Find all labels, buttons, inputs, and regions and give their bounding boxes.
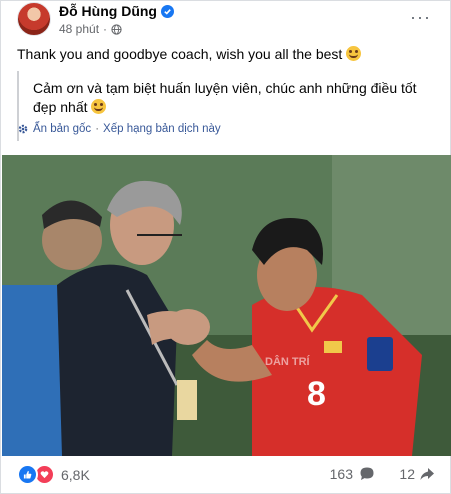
translated-text-block: Cảm ơn và tạm biệt huấn luyện viên, chúc… xyxy=(33,79,443,117)
hide-original-link[interactable]: Ẩn bản gốc xyxy=(33,123,91,135)
author-name[interactable]: Đỗ Hùng Dũng xyxy=(59,3,157,19)
share-count: 12 xyxy=(399,466,415,482)
share-icon xyxy=(420,468,434,480)
comment-icon xyxy=(360,467,374,480)
post-meta: 48 phút · xyxy=(59,22,122,36)
background-player-body xyxy=(2,285,62,456)
more-icon[interactable]: ··· xyxy=(410,7,431,28)
smile-emoji-icon xyxy=(91,99,107,114)
shirt-number: 8 xyxy=(307,375,326,413)
avatar[interactable] xyxy=(17,2,51,36)
post-card: Đỗ Hùng Dũng 48 phút · ··· Thank you and… xyxy=(0,0,451,494)
post-text: Thank you and goodbye coach, wish you al… xyxy=(17,46,343,62)
globe-icon xyxy=(111,23,122,35)
photo-illustration: 8 DÂN TRÍ xyxy=(2,155,451,456)
comment-count: 163 xyxy=(329,466,353,482)
links-separator: · xyxy=(95,123,100,135)
post-photo[interactable]: 8 DÂN TRÍ xyxy=(2,155,451,456)
post-time[interactable]: 48 phút xyxy=(59,22,99,36)
post-text-block: Thank you and goodbye coach, wish you al… xyxy=(17,46,362,62)
translated-text: Cảm ơn và tạm biệt huấn luyện viên, chúc… xyxy=(33,80,417,115)
post-header: Đỗ Hùng Dũng 48 phút · ··· xyxy=(17,1,437,43)
gear-icon xyxy=(18,124,28,134)
post-footer: 6,8K 163 12 xyxy=(17,461,437,487)
comment-stat[interactable]: 163 xyxy=(330,466,375,482)
author-row: Đỗ Hùng Dũng xyxy=(59,3,174,19)
translation-links: Ẩn bản gốc · Xếp hạng bản dịch này xyxy=(17,123,221,135)
like-icon xyxy=(17,464,38,485)
reactions-summary[interactable]: 6,8K xyxy=(17,464,90,485)
reaction-count: 6,8K xyxy=(61,466,90,483)
rate-translation-link[interactable]: Xếp hạng bản dịch này xyxy=(103,123,221,135)
share-stat[interactable]: 12 xyxy=(399,466,435,482)
verified-badge-icon xyxy=(160,4,174,18)
watermark: DÂN TRÍ xyxy=(265,355,311,368)
smile-emoji-icon xyxy=(346,46,362,61)
meta-separator: · xyxy=(103,22,108,36)
